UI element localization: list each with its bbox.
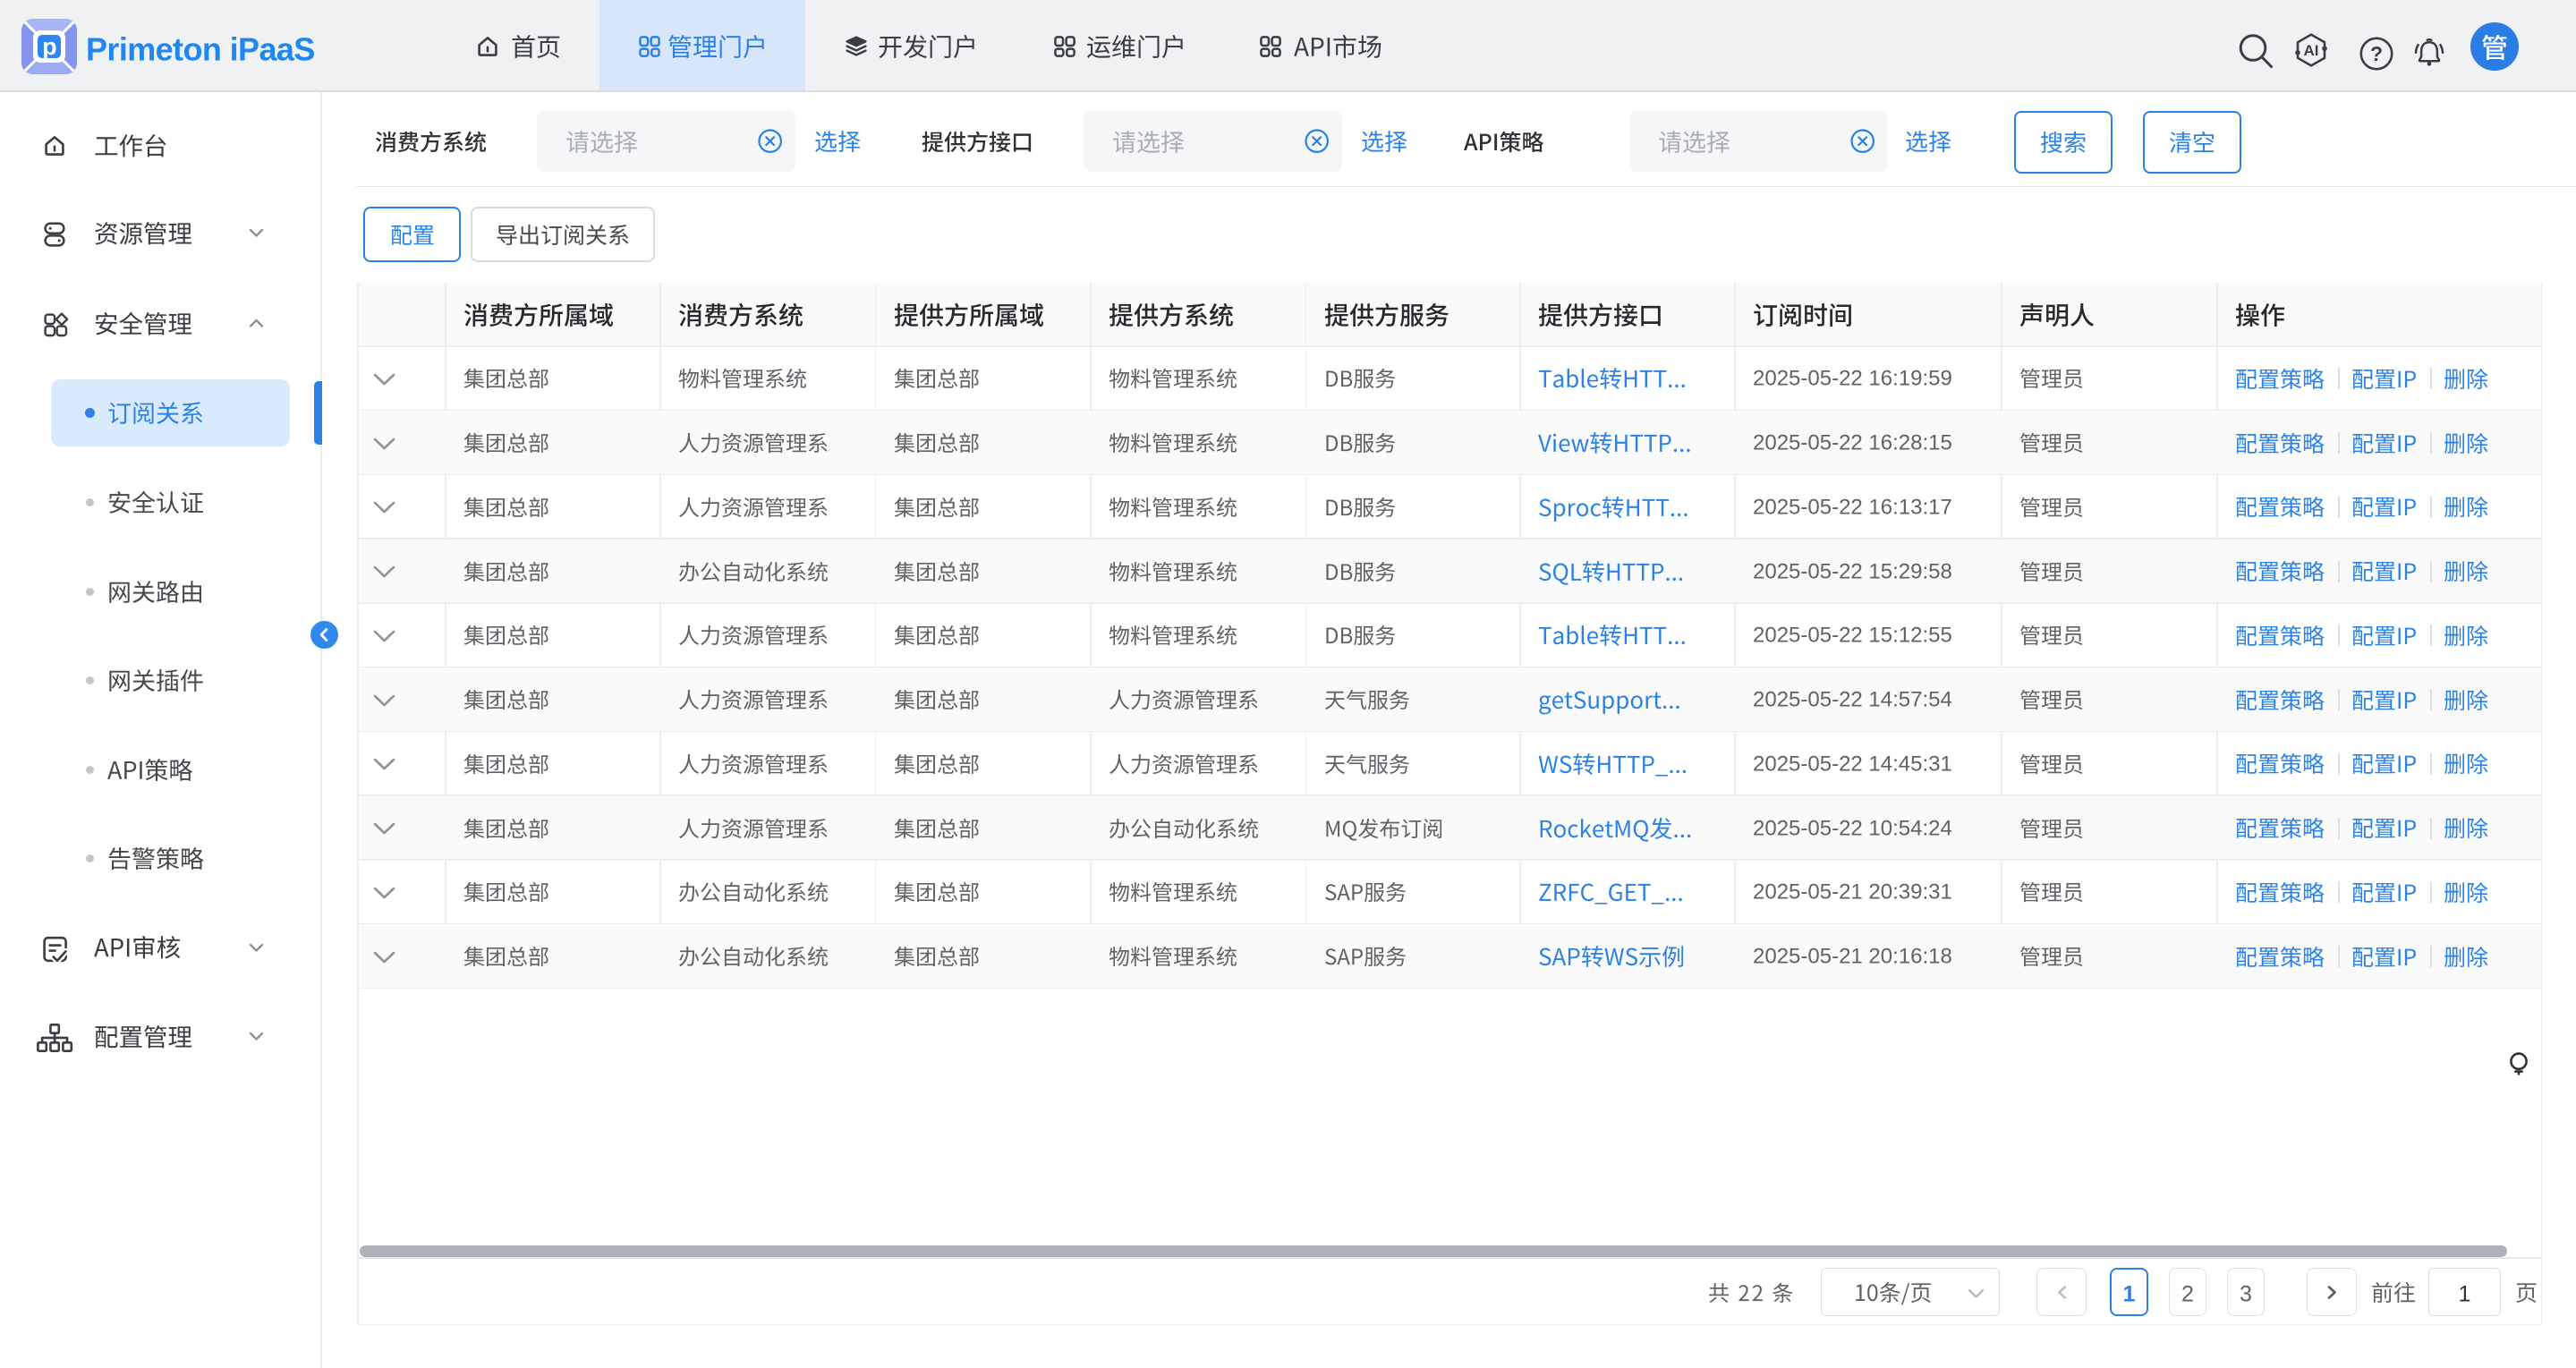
svg-text:p: p — [42, 33, 57, 60]
svg-text:?: ? — [2370, 42, 2383, 65]
svg-text:AI: AI — [2304, 42, 2319, 59]
